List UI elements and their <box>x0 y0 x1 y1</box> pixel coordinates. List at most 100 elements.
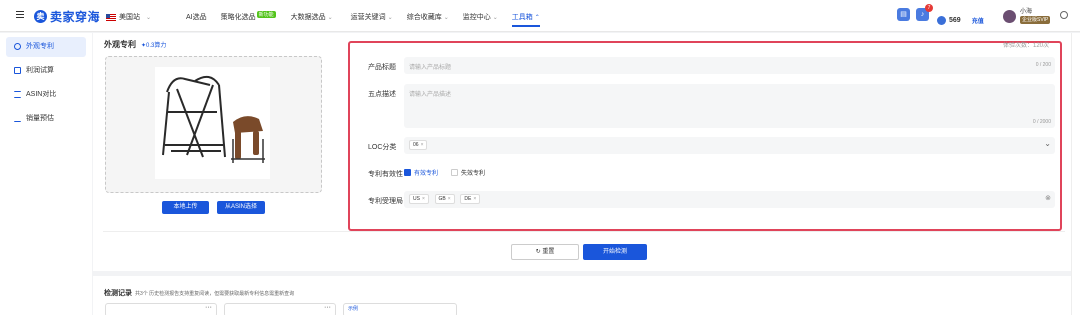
more-icon[interactable]: ··· <box>324 304 331 311</box>
brand-logo[interactable]: 卖 卖家穿海 <box>34 8 100 25</box>
user-name: 小海 <box>1020 9 1033 15</box>
close-icon[interactable]: × <box>473 196 476 202</box>
site-selector[interactable]: 美国站 ⌄ <box>106 12 151 22</box>
vip-badge: 企业版SVIP <box>1020 16 1051 24</box>
nav-monitor[interactable]: 监控中心 ⌄ <box>463 12 498 22</box>
notification-button[interactable]: ♪ 7 <box>916 4 933 24</box>
image-upload-area[interactable] <box>105 56 322 193</box>
select-from-asin-button[interactable]: 从ASIN选择 <box>217 201 265 214</box>
tag-text: DE <box>464 196 472 202</box>
search-icon[interactable] <box>1060 11 1068 19</box>
nav-keywords[interactable]: 运营关键词 ⌄ <box>351 12 393 22</box>
logo-mark: 卖 <box>34 10 47 23</box>
nav-label: 监控中心 <box>462 14 491 21</box>
patent-icon <box>14 43 21 50</box>
bullets-textarea[interactable]: 请输入产品描述 0 / 2000 <box>404 84 1055 128</box>
example-tag: 示例 <box>348 306 359 312</box>
close-icon[interactable]: × <box>422 196 425 202</box>
clear-all-icon[interactable]: ⊗ <box>1045 194 1051 202</box>
page-title-text: 外观专利 <box>104 40 136 49</box>
new-badge: 新功能 <box>256 10 276 18</box>
close-icon[interactable]: × <box>421 142 424 148</box>
nav-label: 策略化选品 <box>220 14 256 21</box>
valid-patent-checkbox[interactable]: 有效专利 <box>404 168 438 177</box>
us-flag-icon <box>106 13 116 21</box>
upload-local-button[interactable]: 本地上传 <box>162 201 209 214</box>
history-panel: 检测记录 共3个 历史检测报告支持重复阅读，但需要获取最新专利信息需重新查询 ··… <box>93 276 1071 315</box>
invalid-patent-checkbox[interactable]: 失效专利 <box>451 168 485 177</box>
nav-strategy-selection[interactable]: 策略化选品 新功能 <box>220 10 277 22</box>
sidebar-item-sales-estimate[interactable]: 销量预估 <box>6 109 86 129</box>
document-icon: ▤ <box>897 8 910 21</box>
chevron-down-icon: ⌄ <box>327 14 333 21</box>
history-title-text: 检测记录 <box>104 290 132 297</box>
sidebar-item-profit-calc[interactable]: 利润试算 <box>6 61 86 81</box>
chevron-down-icon: ⌄ <box>1044 139 1051 148</box>
bullets-counter: 0 / 2000 <box>1032 119 1051 125</box>
main-panel: 外观专利 ✦0.3算力 本地上传 从ASIN选择 体验次数：120次 产品标题 … <box>93 33 1071 271</box>
coin-icon <box>937 15 946 25</box>
close-icon[interactable]: × <box>448 196 451 202</box>
notification-count: 7 <box>925 4 933 12</box>
history-card[interactable]: ··· <box>105 303 217 315</box>
user-menu[interactable]: 小海 企业版SVIP <box>1003 8 1051 24</box>
product-title-placeholder: 请输入产品标题 <box>409 65 452 71</box>
nav-label: 运营关键词 <box>350 14 386 21</box>
product-title-input[interactable]: 请输入产品标题 0 / 200 <box>404 57 1055 74</box>
divider <box>103 231 1065 232</box>
history-card[interactable]: ··· <box>224 303 336 315</box>
avatar <box>1003 9 1016 23</box>
history-card[interactable] <box>343 303 457 315</box>
chevron-down-icon: ⌄ <box>443 14 449 21</box>
nav-label: AI选品 <box>186 14 207 21</box>
logo-text: 卖家穿海 <box>50 10 101 24</box>
usage-count: 体验次数：120次 <box>1003 43 1050 49</box>
sidebar-item-design-patent[interactable]: 外观专利 <box>6 37 86 57</box>
doc-icon-button[interactable]: ▤ <box>897 8 910 24</box>
sidebar-item-label: 外观专利 <box>26 43 54 50</box>
nav-favorites[interactable]: 综合收藏库 ⌄ <box>407 12 449 22</box>
bar-chart-icon <box>14 115 21 122</box>
office-tag-gb[interactable]: GB × <box>434 194 455 204</box>
sidebar: 外观专利 利润试算 ASIN对比 销量预估 <box>0 33 92 315</box>
patent-office-select[interactable]: US × GB × DE × ⊗ <box>404 191 1055 208</box>
bullets-label: 五点描述 <box>368 91 396 98</box>
reset-button[interactable]: ↻ 重置 <box>511 244 579 260</box>
office-tag-us[interactable]: US × <box>409 194 429 204</box>
menu-icon[interactable] <box>16 11 24 19</box>
history-subtitle: 共3个 历史检测报告支持重复阅读，但需要获取最新专利信息需重新查询 <box>135 291 295 297</box>
more-icon[interactable]: ··· <box>205 304 212 311</box>
tag-text: 06 <box>413 142 419 148</box>
coin-amount: 569 <box>949 16 961 24</box>
validity-options: 有效专利 失效专利 <box>404 168 494 177</box>
office-tag-de[interactable]: DE × <box>460 194 481 204</box>
chevron-down-icon: ⌄ <box>387 14 393 21</box>
main-nav: AI选品 策略化选品 新功能 大数据选品 ⌄ 运营关键词 ⌄ 综合收藏库 ⌄ 监控中心 ⌄… <box>186 10 554 27</box>
nav-label: 工具箱 <box>511 14 533 21</box>
nav-label: 大数据选品 <box>290 14 326 21</box>
calculator-icon <box>14 67 21 74</box>
checkbox-checked-icon <box>404 169 411 176</box>
tag-text: US <box>413 196 420 202</box>
nav-ai-selection[interactable]: AI选品 <box>186 12 207 22</box>
checkbox-label: 有效专利 <box>414 171 439 177</box>
patent-office-label: 专利受理局 <box>368 198 403 205</box>
nav-bigdata-selection[interactable]: 大数据选品 ⌄ <box>291 12 333 22</box>
recharge-link[interactable]: 充值 <box>972 16 984 25</box>
right-scroll-edge <box>1071 33 1080 315</box>
start-detection-button[interactable]: 开始检测 <box>583 244 647 260</box>
saddle-rack-image <box>162 75 265 163</box>
checkbox-unchecked-icon <box>451 169 459 176</box>
sidebar-item-asin-compare[interactable]: ASIN对比 <box>6 85 86 105</box>
loc-tag[interactable]: 06 × <box>409 140 428 150</box>
sidebar-item-label: 销量预估 <box>26 115 54 122</box>
product-image <box>155 67 270 179</box>
chevron-down-icon: ⌄ <box>492 14 498 21</box>
nav-label: 综合收藏库 <box>406 14 442 21</box>
nav-toolbox[interactable]: 工具箱 ⌃ <box>511 12 540 27</box>
checkbox-label: 失效专利 <box>461 171 486 177</box>
page-title: 外观专利 ✦0.3算力 <box>104 39 166 50</box>
loc-select[interactable]: 06 × ⌄ <box>404 137 1055 154</box>
chevron-up-icon: ⌃ <box>534 14 540 21</box>
product-title-counter: 0 / 200 <box>1035 62 1051 68</box>
